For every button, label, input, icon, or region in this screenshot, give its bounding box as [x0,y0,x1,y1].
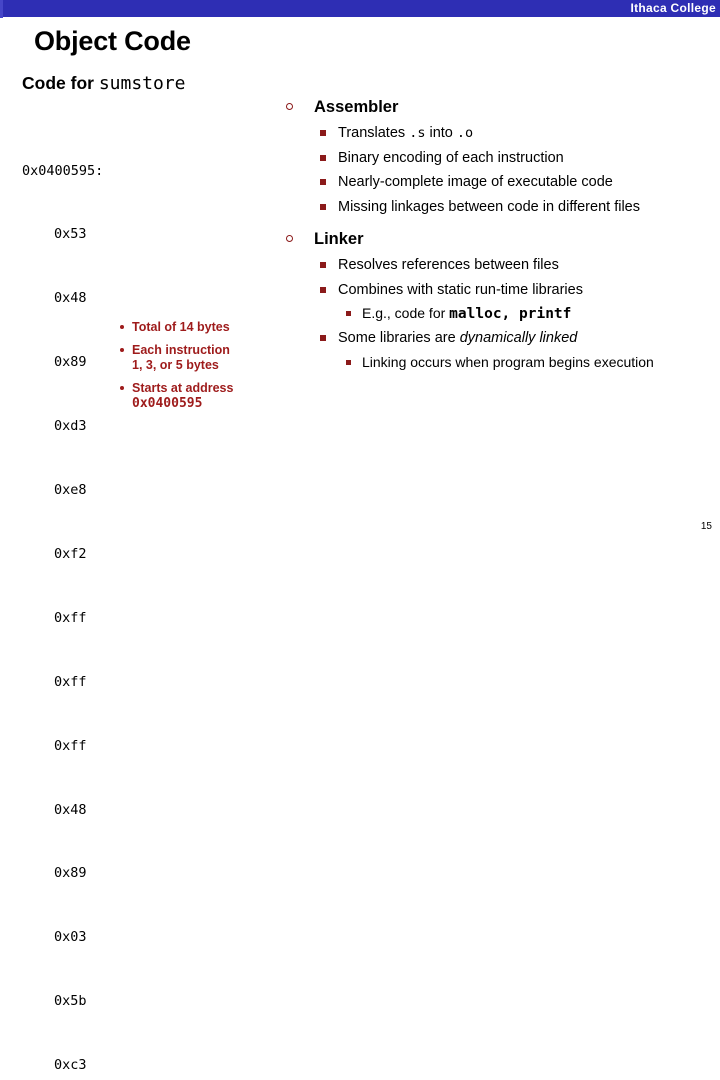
square-bullet-icon [346,359,351,365]
banner-left-accent [0,0,3,18]
square-bullet-icon [346,311,351,316]
square-bullet-icon [320,130,326,136]
section-heading-assembler: Assembler [286,96,714,118]
list-item: Binary encoding of each instruction [286,146,714,171]
object-code-byte: 0xf2 [54,545,87,562]
note-line: Total of 14 bytes [132,320,230,334]
item-text: Binary encoding of each instruction [338,149,564,166]
item-text: Missing linkages between code in differe… [338,198,640,215]
top-banner: Ithaca College [0,0,720,18]
section-label: Assembler [314,98,399,116]
square-bullet-icon [320,262,326,268]
section-heading-linker: Linker [286,228,714,250]
circle-bullet-icon [286,103,293,110]
object-code-bytes-list: 0x0400595: 0x53 0x48 0x89 0xd3 0xe8 0xf2… [22,118,103,1080]
circle-bullet-icon [286,235,293,242]
object-code-byte: 0xff [54,673,87,690]
right-column: Assembler Translates .s into .o Binary e… [286,96,714,374]
object-code-byte: 0x53 [54,226,87,243]
item-text: Some libraries are [338,330,460,346]
left-column: Code for sumstore [22,72,292,95]
dot-bullet-icon [120,325,124,329]
dot-bullet-icon [120,348,124,352]
item-text: E.g., code for [362,305,450,321]
dot-bullet-icon [120,386,124,390]
square-bullet-icon [320,203,326,210]
object-code-byte: 0xff [54,737,87,754]
note-line: Each instruction [132,343,230,357]
object-code-byte: 0x48 [54,801,87,818]
object-code-byte: 0x5b [54,993,87,1010]
item-text: Translates [338,125,410,141]
item-text: Linking occurs when program begins execu… [362,353,654,370]
code-heading-prefix: Code for [22,73,99,93]
item-text: Combines with static run-time libraries [338,281,583,298]
list-item: Translates .s into .o [286,121,714,146]
note-line-address: 0x0400595 [132,396,203,411]
page-title: Object Code [34,26,191,56]
square-bullet-icon [320,286,326,293]
list-item: Some libraries are dynamically linked [286,326,714,351]
list-item: Resolves references between files [286,253,714,278]
section-label: Linker [314,230,364,248]
sub-list-item: Linking occurs when program begins execu… [286,351,714,374]
square-bullet-icon [320,335,326,341]
list-item: Starts at address 0x0400595 [118,381,293,411]
square-bullet-icon [320,179,326,185]
object-code-byte: 0xe8 [54,482,87,499]
object-code-byte: 0x89 [54,865,87,882]
object-code-byte: 0x89 [54,354,87,371]
object-code-byte: 0xd3 [54,418,87,435]
object-code-byte: 0xff [54,609,87,626]
note-line: Starts at address [132,381,234,395]
page-number: 15 [700,521,712,532]
item-code-s: .s [409,125,426,141]
item-code-o: .o [456,125,474,141]
item-text-mid: into [425,125,457,141]
sub-list-item: E.g., code for malloc, printf [286,302,714,326]
object-code-byte: 0xc3 [54,1057,87,1074]
item-text: Resolves references between files [338,257,559,273]
list-item: Missing linkages between code in differe… [286,195,714,220]
square-bullet-icon [320,154,326,161]
code-heading-function-name: sumstore [98,73,186,94]
list-item: Total of 14 bytes [118,320,293,335]
code-notes-list: Total of 14 bytes Each instruction 1, 3,… [118,320,293,411]
note-line: 1, 3, or 5 bytes [132,358,219,372]
item-text: Nearly-complete image of executable code [338,174,613,190]
list-item: Each instruction 1, 3, or 5 bytes [118,343,293,373]
object-code-address: 0x0400595: [22,162,104,179]
object-code-byte: 0x48 [54,290,87,307]
code-heading: Code for sumstore [22,72,292,95]
list-item: Combines with static run-time libraries [286,278,714,303]
item-text-emphasis: dynamically linked [459,330,578,346]
object-code-byte: 0x03 [54,929,87,946]
organization-name: Ithaca College [630,1,716,15]
list-item: Nearly-complete image of executable code [286,170,714,195]
item-code-functions: malloc, printf [449,306,572,322]
